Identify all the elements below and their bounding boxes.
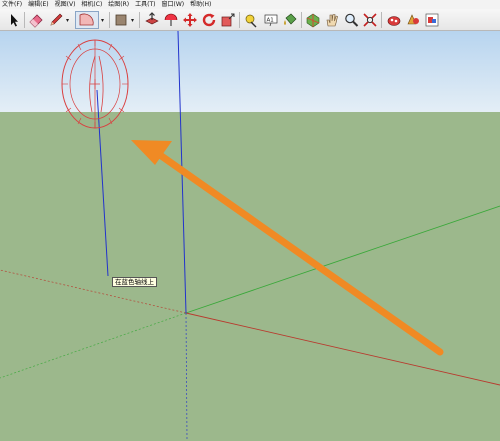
menu-help[interactable]: 帮助(H) [190, 0, 211, 9]
main-toolbar: ▾ ▾ ▾ A1 [0, 9, 500, 31]
toolbar-separator [301, 12, 302, 28]
menu-camera[interactable]: 相机(C) [81, 0, 102, 9]
move-icon[interactable] [182, 12, 198, 28]
menu-tools[interactable]: 工具(T) [135, 0, 155, 9]
toolbar-separator [24, 12, 25, 28]
paint-bucket-icon[interactable] [282, 12, 298, 28]
sky [0, 31, 500, 112]
ground [0, 112, 500, 441]
hand-pan-icon[interactable] [324, 12, 340, 28]
toolbar-separator [239, 12, 240, 28]
materials-icon[interactable] [405, 12, 421, 28]
components-icon[interactable] [386, 12, 402, 28]
menu-window[interactable]: 窗口(W) [162, 0, 185, 9]
inference-tooltip: 在蓝色轴线上 [112, 277, 157, 287]
menu-file[interactable]: 文件(F) [2, 0, 22, 9]
rotate-icon[interactable] [201, 12, 217, 28]
rectangle-icon[interactable] [113, 12, 129, 28]
menu-edit[interactable]: 编辑(E) [28, 0, 48, 9]
scale-icon[interactable] [220, 12, 236, 28]
text-tool-glyph: A1 [267, 18, 274, 24]
eraser-icon[interactable] [28, 12, 44, 28]
toolbar-separator [109, 12, 110, 28]
menu-view[interactable]: 视图(V) [55, 0, 76, 9]
push-pull-icon[interactable] [144, 12, 160, 28]
menu-bar: 文件(F) 编辑(E) 视图(V) 相机(C) 绘图(R) 工具(T) 窗口(W… [0, 0, 500, 9]
styles-icon[interactable] [424, 12, 440, 28]
select-arrow-icon[interactable] [6, 12, 22, 28]
protractor-icon[interactable] [75, 11, 99, 29]
pencil-dropdown-icon[interactable]: ▾ [66, 17, 69, 24]
tape-measure-icon[interactable] [244, 12, 260, 28]
menu-draw[interactable]: 绘图(R) [108, 0, 129, 9]
toolbar-separator [381, 12, 382, 28]
rectangle-dropdown-icon[interactable]: ▾ [131, 17, 134, 24]
follow-me-icon[interactable] [163, 12, 179, 28]
orbit-icon[interactable] [305, 12, 321, 28]
pencil-icon[interactable] [48, 12, 64, 28]
zoom-extents-icon[interactable] [362, 12, 378, 28]
toolbar-separator [139, 12, 140, 28]
modeling-viewport[interactable] [0, 31, 500, 441]
protractor-dropdown-icon[interactable]: ▾ [101, 17, 104, 24]
text-icon[interactable]: A1 [263, 12, 279, 28]
zoom-icon[interactable] [343, 12, 359, 28]
